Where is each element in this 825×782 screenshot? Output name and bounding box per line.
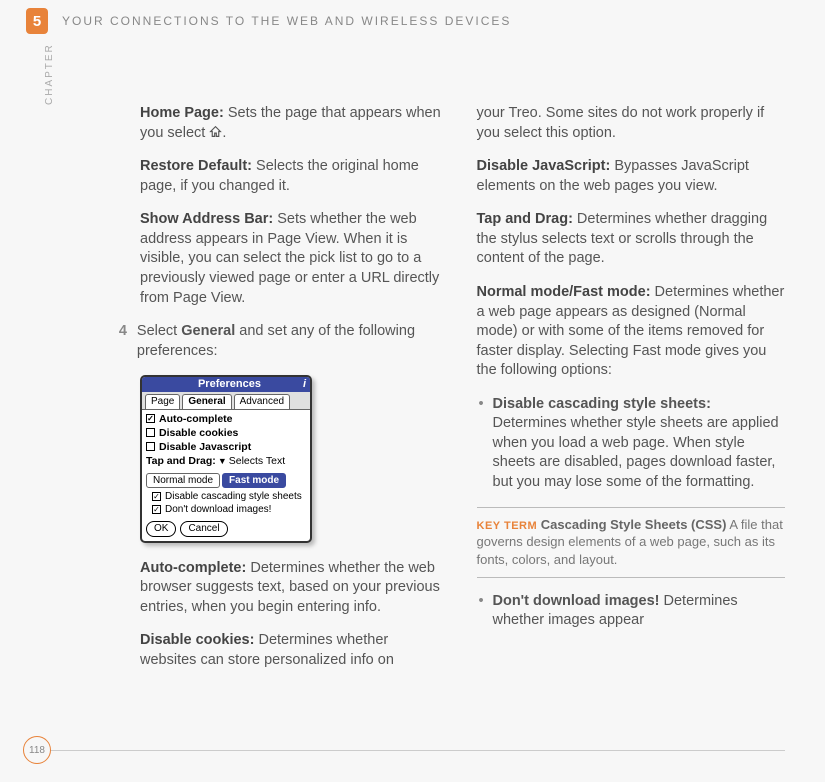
- check-icon: ✓: [152, 505, 161, 514]
- checkbox-no-images[interactable]: ✓ Don't download images!: [142, 503, 310, 516]
- check-icon: ✓: [146, 414, 155, 423]
- tab-fast-mode[interactable]: Fast mode: [222, 473, 286, 489]
- content-columns: Home Page: Sets the page that appears wh…: [0, 34, 825, 685]
- dropdown-icon: ▼: [218, 455, 227, 467]
- cancel-button[interactable]: Cancel: [180, 521, 227, 537]
- key-term-box: KEY TERM Cascading Style Sheets (CSS) A …: [477, 507, 786, 578]
- chapter-title: YOUR CONNECTIONS TO THE WEB AND WIRELESS…: [62, 14, 511, 28]
- pref-restore-default-label: Restore Default:: [140, 158, 252, 174]
- autocomplete-label: Auto-complete:: [140, 560, 246, 576]
- checkbox-icon: [146, 442, 155, 451]
- tap-drag-value: Selects Text: [229, 454, 285, 468]
- left-column: Home Page: Sets the page that appears wh…: [140, 104, 449, 685]
- checkbox-disable-js[interactable]: Disable Javascript: [146, 440, 306, 454]
- css-label: Disable cascading style sheets:: [493, 396, 711, 412]
- tab-page[interactable]: Page: [145, 394, 180, 409]
- tap-drag-label: Tap and Drag:: [146, 454, 216, 468]
- preferences-body: ✓ Auto-complete Disable cookies Disable J…: [142, 409, 310, 471]
- pref-disable-cookies: Disable cookies: Determines whether webs…: [140, 631, 449, 670]
- pref-home-page-after: .: [222, 125, 226, 141]
- bullet-body: Don't download images! Determines whethe…: [493, 592, 786, 631]
- footer-rule: [50, 750, 785, 751]
- preferences-tabs: Page General Advanced: [142, 392, 310, 409]
- disable-js-label: Disable Javascript: [159, 440, 251, 454]
- page-header: 5 YOUR CONNECTIONS TO THE WEB AND WIRELE…: [0, 0, 825, 34]
- tab-advanced[interactable]: Advanced: [234, 394, 290, 409]
- tab-general[interactable]: General: [182, 394, 231, 409]
- bullet-disable-css: • Disable cascading style sheets: Determ…: [477, 395, 786, 493]
- css-text: Determines whether style sheets are appl…: [493, 415, 779, 490]
- step-4-bold: General: [181, 323, 235, 339]
- pref-show-addr-label: Show Address Bar:: [140, 211, 273, 227]
- step-4: 4 Select General and set any of the foll…: [140, 322, 449, 361]
- img-label: Don't download images!: [493, 593, 660, 609]
- pref-show-address-bar: Show Address Bar: Sets whether the web a…: [140, 210, 449, 308]
- chapter-badge: 5: [26, 8, 48, 34]
- key-term-term: Cascading Style Sheets (CSS): [541, 517, 727, 532]
- step-4-number: 4: [108, 322, 127, 361]
- info-icon[interactable]: i: [303, 377, 306, 392]
- pref-home-page-label: Home Page:: [140, 105, 224, 121]
- checkbox-auto-complete[interactable]: ✓ Auto-complete: [146, 412, 306, 426]
- dialog-buttons: OK Cancel: [142, 518, 310, 541]
- checkbox-disable-cookies[interactable]: Disable cookies: [146, 426, 306, 440]
- checkbox-disable-css[interactable]: ✓ Disable cascading style sheets: [142, 490, 310, 503]
- pref-home-page: Home Page: Sets the page that appears wh…: [140, 104, 449, 143]
- checkbox-icon: [146, 428, 155, 437]
- right-column: your Treo. Some sites do not work proper…: [477, 104, 786, 685]
- key-term-label: KEY TERM: [477, 520, 538, 532]
- no-images-label: Don't download images!: [165, 503, 271, 516]
- pref-tap-and-drag: Tap and Drag: Determines whether draggin…: [477, 210, 786, 269]
- bullet-body: Disable cascading style sheets: Determin…: [493, 395, 786, 493]
- check-icon: ✓: [152, 492, 161, 501]
- fast-mode-options: ✓ Disable cascading style sheets ✓ Don't d…: [142, 490, 310, 518]
- disable-cookies-label: Disable cookies: [159, 426, 238, 440]
- tap-label: Tap and Drag:: [477, 211, 573, 227]
- cookies-continued: your Treo. Some sites do not work proper…: [477, 104, 786, 143]
- page-number: 118: [23, 736, 51, 764]
- preferences-dialog: Preferences i Page General Advanced ✓ Aut…: [140, 375, 312, 543]
- preferences-titlebar: Preferences i: [142, 377, 310, 392]
- disable-css-label: Disable cascading style sheets: [165, 490, 302, 503]
- home-icon: [209, 125, 222, 136]
- mode-tabs: Normal mode Fast mode: [142, 471, 310, 491]
- bullet-icon: •: [479, 395, 493, 493]
- djs-label: Disable JavaScript:: [477, 158, 611, 174]
- mode-label: Normal mode/Fast mode:: [477, 284, 651, 300]
- bullet-no-images: • Don't download images! Determines whet…: [477, 592, 786, 631]
- tap-and-drag-select[interactable]: Tap and Drag: ▼ Selects Text: [146, 454, 306, 468]
- ok-button[interactable]: OK: [146, 521, 176, 537]
- step-4-pre: Select: [137, 323, 181, 339]
- pref-mode: Normal mode/Fast mode: Determines whethe…: [477, 283, 786, 381]
- cookies-label: Disable cookies:: [140, 632, 254, 648]
- side-chapter-label: CHAPTER: [44, 43, 55, 105]
- pref-auto-complete: Auto-complete: Determines whether the we…: [140, 559, 449, 618]
- bullet-icon: •: [479, 592, 493, 631]
- pref-restore-default: Restore Default: Selects the original ho…: [140, 157, 449, 196]
- pref-disable-js: Disable JavaScript: Bypasses JavaScript …: [477, 157, 786, 196]
- auto-complete-label: Auto-complete: [159, 412, 233, 426]
- step-4-body: Select General and set any of the follow…: [137, 322, 449, 361]
- tab-normal-mode[interactable]: Normal mode: [146, 473, 220, 489]
- preferences-title: Preferences: [198, 377, 261, 392]
